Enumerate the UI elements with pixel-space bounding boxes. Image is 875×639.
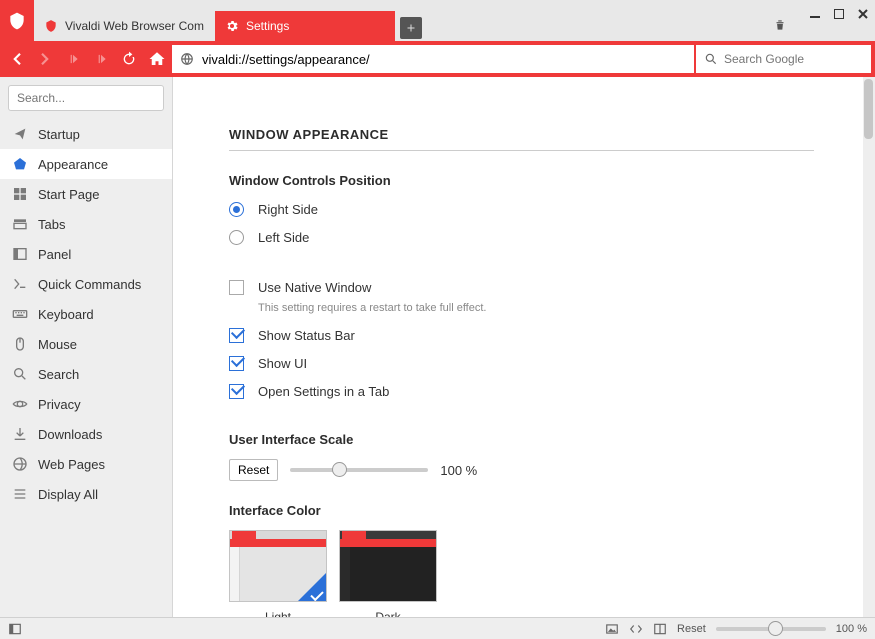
section-title: WINDOW APPEARANCE (229, 127, 814, 151)
check-status-bar[interactable]: Show Status Bar (229, 326, 849, 344)
radio-left-side[interactable]: Left Side (229, 228, 849, 246)
sidebar-item-mouse[interactable]: Mouse (0, 329, 172, 359)
check-settings-tab[interactable]: Open Settings in a Tab (229, 382, 849, 400)
ui-scale-slider[interactable] (290, 468, 428, 472)
panel-toggle-icon[interactable] (8, 622, 22, 636)
sidebar-item-startpage[interactable]: Start Page (0, 179, 172, 209)
globe-icon (44, 19, 58, 33)
theme-light[interactable]: Light (229, 530, 327, 617)
sidebar-item-keyboard[interactable]: Keyboard (0, 299, 172, 329)
sidebar-search-input[interactable] (8, 85, 164, 111)
zoom-slider[interactable] (716, 627, 826, 631)
ui-scale-value: 100 % (440, 463, 477, 478)
sidebar-item-tabs[interactable]: Tabs (0, 209, 172, 239)
checkbox-icon (229, 280, 244, 295)
back-button[interactable] (4, 46, 30, 72)
theme-preview-dark (339, 530, 437, 602)
status-bar: Reset 100 % (0, 617, 875, 639)
search-input[interactable] (724, 52, 875, 66)
checkbox-icon (229, 328, 244, 343)
site-info-icon[interactable] (180, 52, 194, 66)
tab-settings[interactable]: Settings (215, 11, 395, 41)
sidebar-item-quickcommands[interactable]: Quick Commands (0, 269, 172, 299)
sidebar-item-webpages[interactable]: Web Pages (0, 449, 172, 479)
tab-label: Settings (246, 19, 289, 33)
sidebar-item-privacy[interactable]: Privacy (0, 389, 172, 419)
address-bar[interactable] (172, 45, 694, 73)
settings-content: WINDOW APPEARANCE Window Controls Positi… (173, 77, 875, 617)
vivaldi-logo[interactable] (0, 0, 34, 41)
ui-scale-reset-button[interactable]: Reset (229, 459, 278, 481)
url-input[interactable] (202, 52, 686, 67)
close-button[interactable] (855, 6, 871, 22)
tiling-icon[interactable] (653, 622, 667, 636)
slider-knob[interactable] (332, 462, 347, 477)
checkbox-icon (229, 384, 244, 399)
ui-scale-heading: User Interface Scale (229, 432, 849, 447)
sidebar-item-appearance[interactable]: Appearance (0, 149, 172, 179)
radio-icon (229, 230, 244, 245)
radio-right-side[interactable]: Right Side (229, 200, 849, 218)
checkbox-icon (229, 356, 244, 371)
sidebar-item-displayall[interactable]: Display All (0, 479, 172, 509)
scrollbar-thumb[interactable] (864, 79, 873, 139)
sidebar-item-startup[interactable]: Startup (0, 119, 172, 149)
home-button[interactable] (144, 46, 170, 72)
theme-preview-light (229, 530, 327, 602)
rewind-button[interactable] (60, 46, 86, 72)
image-toggle-icon[interactable] (605, 622, 619, 636)
zoom-value: 100 % (836, 623, 867, 635)
window-controls (807, 6, 871, 22)
check-native-window[interactable]: Use Native Window (229, 278, 849, 296)
new-tab-button[interactable] (400, 17, 422, 39)
nav-toolbar (0, 41, 875, 77)
sidebar-item-panel[interactable]: Panel (0, 239, 172, 269)
reload-button[interactable] (116, 46, 142, 72)
tab-vivaldi-community[interactable]: Vivaldi Web Browser Com (34, 11, 214, 41)
tab-strip: Vivaldi Web Browser Com Settings (34, 0, 422, 41)
title-bar: Vivaldi Web Browser Com Settings (0, 0, 875, 41)
slider-knob[interactable] (768, 621, 783, 636)
search-icon (704, 52, 718, 66)
zoom-reset-button[interactable]: Reset (677, 623, 706, 635)
sidebar-item-search[interactable]: Search (0, 359, 172, 389)
fastforward-button[interactable] (88, 46, 114, 72)
interface-color-heading: Interface Color (229, 503, 849, 518)
search-box[interactable] (696, 45, 871, 73)
page-actions-icon[interactable] (629, 622, 643, 636)
native-window-hint: This setting requires a restart to take … (258, 302, 849, 314)
gear-icon (225, 19, 239, 33)
tab-label: Vivaldi Web Browser Com (65, 19, 204, 33)
sidebar-item-downloads[interactable]: Downloads (0, 419, 172, 449)
theme-dark[interactable]: Dark (339, 530, 437, 617)
forward-button[interactable] (32, 46, 58, 72)
minimize-button[interactable] (807, 6, 823, 22)
trash-icon[interactable] (773, 18, 787, 32)
settings-sidebar: Startup Appearance Start Page Tabs Panel… (0, 77, 173, 617)
radio-icon (229, 202, 244, 217)
controls-position-heading: Window Controls Position (229, 173, 849, 188)
maximize-button[interactable] (831, 6, 847, 22)
check-show-ui[interactable]: Show UI (229, 354, 849, 372)
